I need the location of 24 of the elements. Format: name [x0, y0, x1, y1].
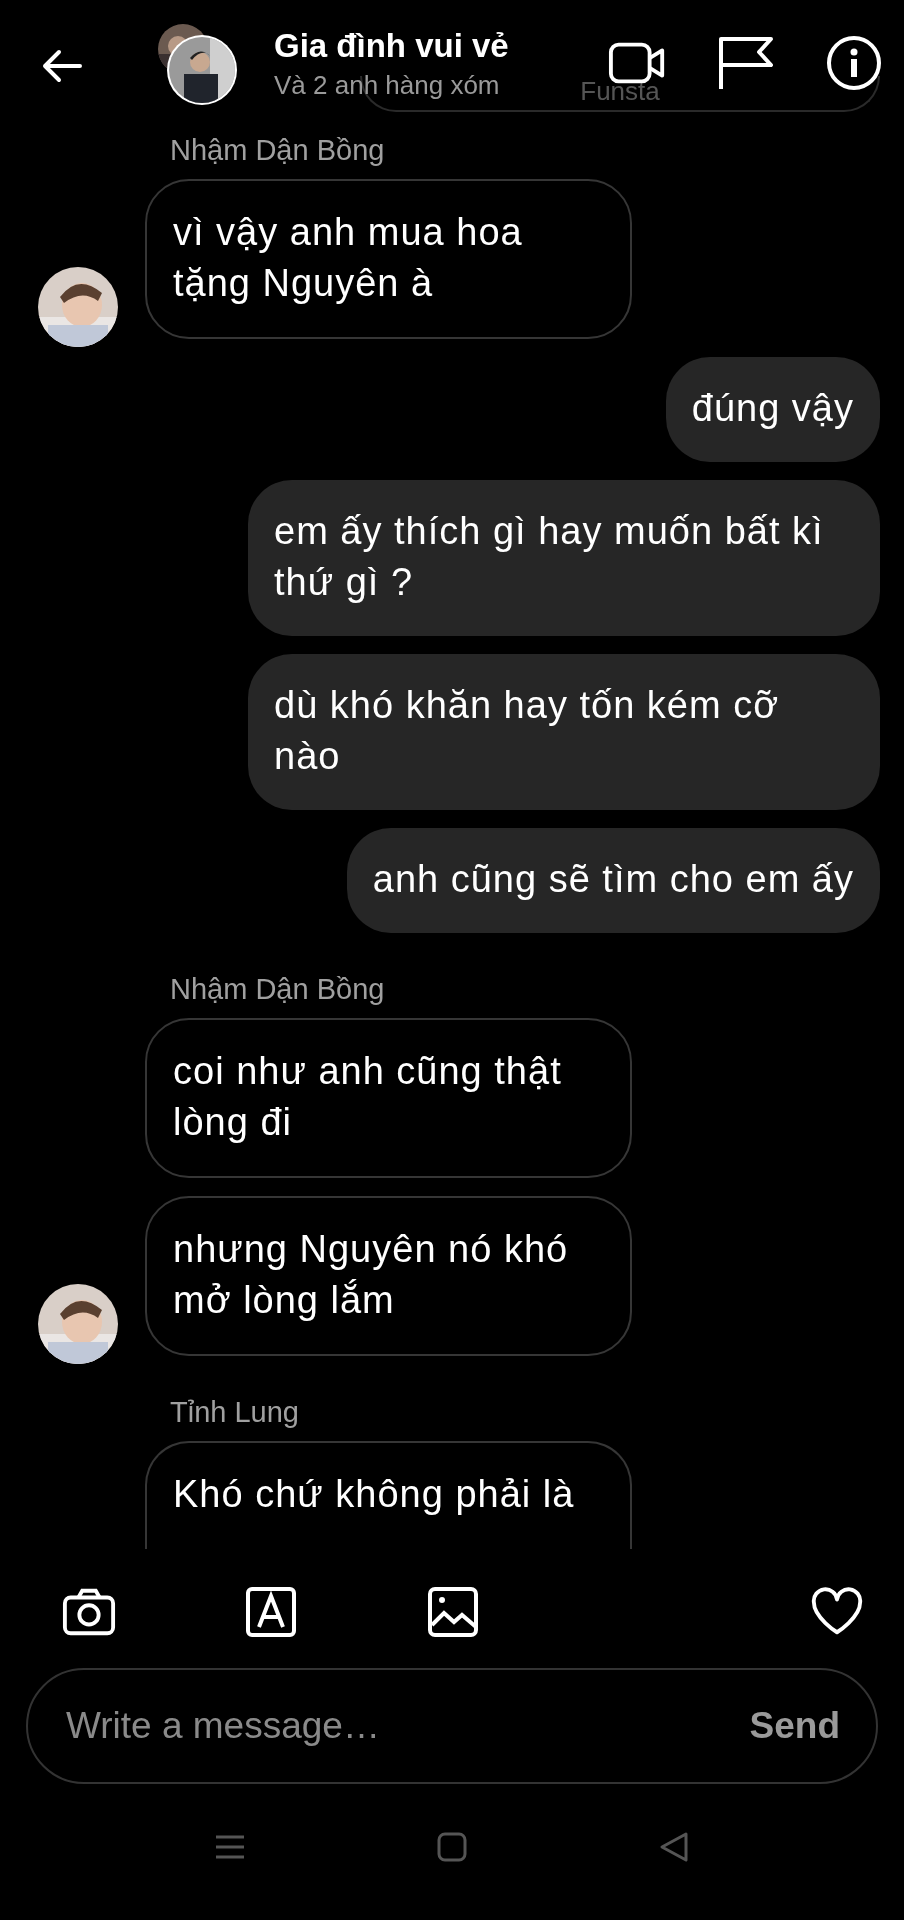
camera-icon[interactable]: [62, 1587, 116, 1637]
back-arrow-icon[interactable]: [40, 48, 84, 84]
message-bubble: anh cũng sẽ tìm cho em ấy: [346, 828, 880, 933]
back-triangle-icon[interactable]: [658, 1831, 690, 1863]
message-bubble: đúng vậy: [665, 357, 880, 462]
image-icon[interactable]: [426, 1587, 480, 1637]
sender-name: Nhậm Dận Bồng: [170, 973, 386, 1006]
text-style-icon[interactable]: [244, 1587, 298, 1637]
message-bubble: nhưng Nguyên nó khó mở lòng lắm: [145, 1196, 632, 1356]
chat-title: Gia đình vui vẻ: [274, 26, 510, 66]
heart-icon[interactable]: [810, 1587, 864, 1637]
chat-subtitle: Và 2 anh hàng xóm: [274, 70, 501, 101]
sender-name: Nhậm Dận Bồng: [170, 134, 386, 167]
message-bubble: Khó chứ không phải là: [145, 1441, 632, 1549]
send-button[interactable]: Send: [749, 1705, 840, 1747]
message-bubble: dù khó khăn hay tốn kém cỡ nào: [248, 654, 880, 810]
message-bubble: em ấy thích gì hay muốn bất kì thứ gì ?: [248, 480, 880, 636]
flag-icon[interactable]: [716, 35, 776, 91]
message-bubble: vì vậy anh mua hoa tặng Nguyên à: [145, 179, 632, 339]
message-field[interactable]: Write a message… Send: [26, 1668, 878, 1784]
sender-name: Tỉnh Lung: [170, 1396, 300, 1429]
message-bubble: coi như anh cũng thật lòng đi: [145, 1018, 632, 1178]
info-icon[interactable]: [824, 35, 884, 91]
home-square-icon[interactable]: [436, 1831, 468, 1863]
